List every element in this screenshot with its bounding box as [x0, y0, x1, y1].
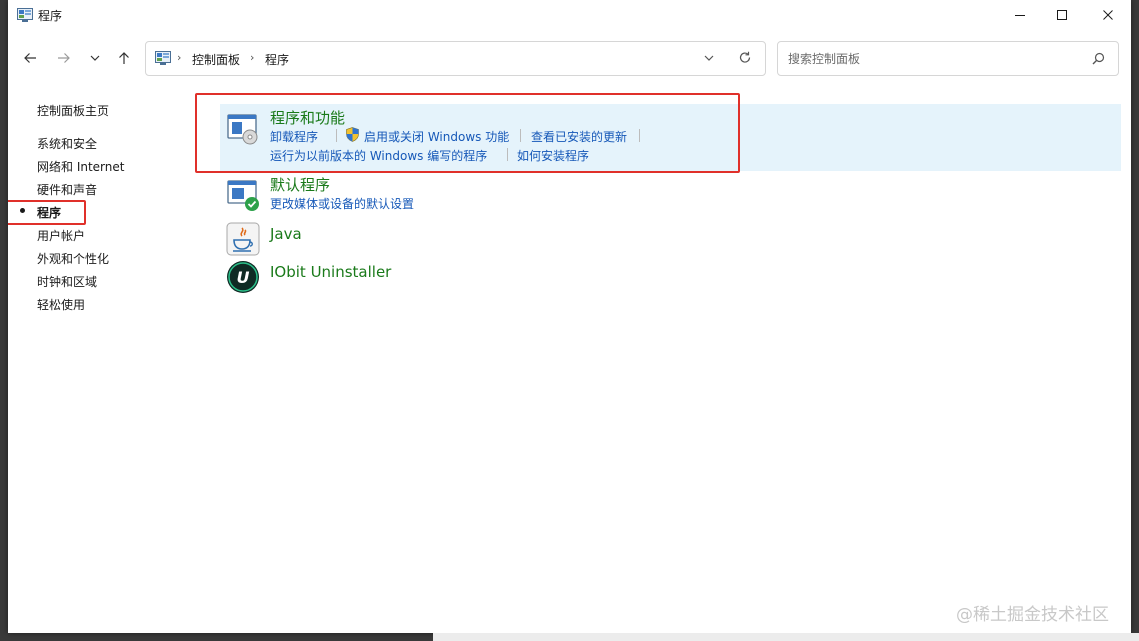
sidebar-item-hardware-sound[interactable]: 硬件和声音: [37, 181, 97, 198]
sidebar-item-clock-region[interactable]: 时钟和区域: [37, 273, 97, 290]
category-iobit-uninstaller[interactable]: U IObit Uninstaller: [220, 260, 1121, 296]
sidebar-item-ease-of-access[interactable]: 轻松使用: [37, 296, 85, 313]
control-panel-location-icon: [155, 51, 171, 65]
sidebar-item-user-accounts[interactable]: 用户帐户: [37, 227, 85, 244]
chevron-down-icon: [90, 55, 100, 61]
control-panel-app-icon: [17, 8, 33, 22]
close-icon: [1103, 10, 1113, 20]
iobit-uninstaller-icon: U: [227, 261, 259, 293]
navigation-bar: › 控制面板 › 程序: [8, 38, 1131, 80]
maximize-button[interactable]: [1039, 0, 1085, 30]
breadcrumb-control-panel[interactable]: 控制面板: [192, 51, 240, 68]
arrow-up-icon: [119, 52, 129, 64]
annotation-highlight-box: [8, 200, 86, 225]
recent-locations-button[interactable]: [83, 46, 107, 70]
sidebar-item-appearance[interactable]: 外观和个性化: [37, 250, 109, 267]
category-default-programs[interactable]: 默认程序 更改媒体或设备的默认设置: [220, 172, 1121, 216]
default-programs-icon: [227, 180, 259, 211]
arrow-right-icon: [58, 53, 70, 63]
refresh-icon[interactable]: [738, 51, 752, 65]
category-title-java[interactable]: Java: [270, 225, 302, 243]
category-title-iobit-uninstaller[interactable]: IObit Uninstaller: [270, 263, 391, 281]
search-input[interactable]: [786, 49, 1080, 69]
search-icon[interactable]: [1092, 52, 1105, 65]
forward-button[interactable]: [52, 46, 76, 70]
iobit-icon-letter: U: [237, 268, 250, 287]
address-bar[interactable]: › 控制面板 › 程序: [145, 41, 766, 76]
change-default-settings-link[interactable]: 更改媒体或设备的默认设置: [270, 195, 414, 212]
watermark: @稀土掘金技术社区: [956, 605, 1109, 625]
category-title-default-programs[interactable]: 默认程序: [270, 174, 330, 195]
sidebar-home-link[interactable]: 控制面板主页: [37, 102, 109, 119]
title-bar[interactable]: 程序: [8, 0, 1131, 30]
address-dropdown-icon[interactable]: [702, 51, 716, 65]
minimize-icon: [1015, 15, 1025, 16]
control-panel-window: 程序 › 控制面板 › 程序 搜索控制面板 控制面板主页 系统和安全 网络和 I…: [8, 0, 1131, 633]
search-box[interactable]: [777, 41, 1119, 76]
close-button[interactable]: [1085, 0, 1131, 30]
breadcrumb-separator-icon: ›: [250, 51, 255, 64]
annotation-highlight-box: [195, 93, 740, 173]
background-window-strip: [433, 633, 1139, 641]
sidebar-item-system-security[interactable]: 系统和安全: [37, 135, 97, 152]
java-icon: [226, 222, 260, 256]
maximize-icon: [1057, 10, 1067, 20]
sidebar-item-network-internet[interactable]: 网络和 Internet: [37, 158, 124, 175]
breadcrumb-separator-icon: ›: [177, 51, 182, 64]
minimize-button[interactable]: [997, 0, 1043, 30]
breadcrumb-programs[interactable]: 程序: [265, 51, 289, 68]
window-title: 程序: [38, 9, 63, 23]
back-button[interactable]: [18, 46, 42, 70]
arrow-left-icon: [24, 53, 36, 63]
category-java[interactable]: Java: [220, 222, 1121, 258]
up-button[interactable]: [112, 46, 136, 70]
